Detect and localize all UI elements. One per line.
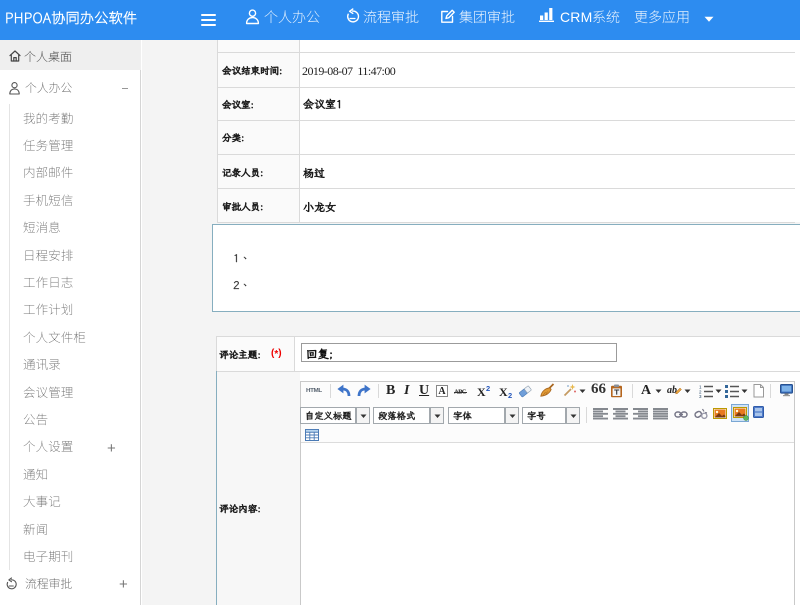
svg-text:ab: ab [667, 385, 677, 396]
